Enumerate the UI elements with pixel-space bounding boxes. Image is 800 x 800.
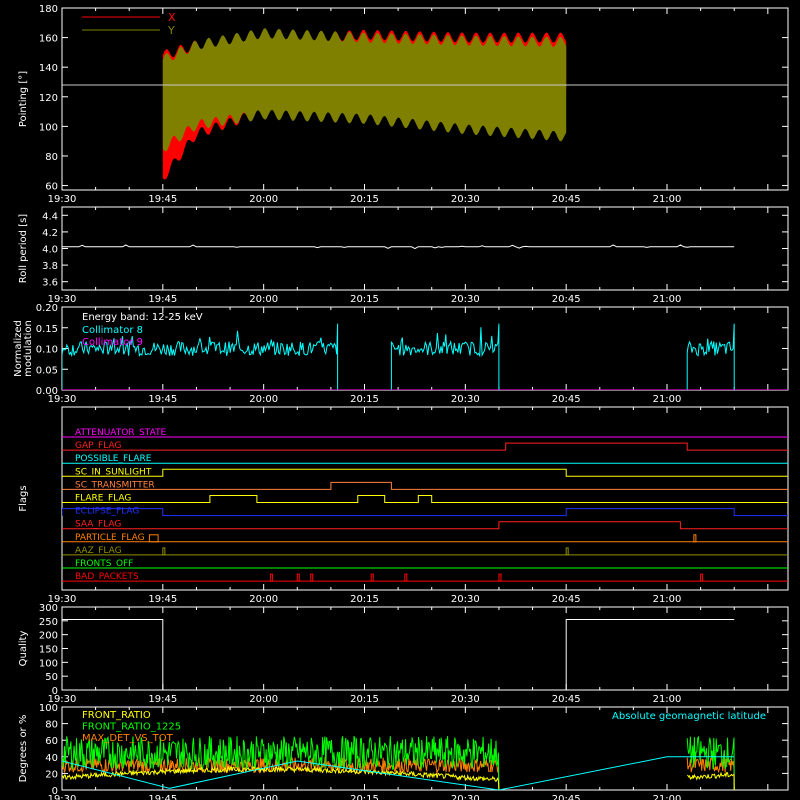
x-tick-label: 20:15 [350, 594, 379, 605]
x-tick-label: 20:30 [451, 194, 480, 205]
x-tick-label: 20:30 [451, 294, 480, 305]
x-tick-label: 20:45 [552, 594, 581, 605]
x-tick-label: 19:45 [148, 194, 177, 205]
x-tick-label: 19:45 [148, 394, 177, 405]
x-tick-label: 21:00 [653, 694, 682, 705]
y-tick-label: 0.15 [36, 324, 58, 335]
x-tick-label: 20:45 [552, 694, 581, 705]
y-axis-label: Flags [18, 485, 29, 511]
x-tick-label: 19:45 [148, 794, 177, 800]
x-tick-label: 20:15 [350, 194, 379, 205]
x-tick-label: 20:00 [249, 294, 278, 305]
y-tick-label: 0 [52, 786, 58, 797]
legend-label: Collimator 8 [82, 325, 143, 336]
y-tick-label: 40 [45, 753, 58, 764]
y-tick-label: 200 [39, 631, 58, 642]
y-tick-label: 100 [39, 658, 58, 669]
legend-label: FRONT_RATIO_1225 [82, 722, 181, 733]
x-tick-label: 20:30 [451, 394, 480, 405]
legend-label: Collimator 9 [82, 337, 143, 348]
legend-label: MAX_DET_VS_TOT [82, 733, 174, 744]
x-tick-label: 21:00 [653, 194, 682, 205]
y-tick-label: 100 [39, 122, 58, 133]
x-tick-label: 20:15 [350, 694, 379, 705]
legend-label: X [168, 11, 176, 24]
x-tick-label: 21:00 [653, 294, 682, 305]
x-tick-label: 20:30 [451, 694, 480, 705]
x-tick-label: 20:15 [350, 294, 379, 305]
y-tick-label: 150 [39, 645, 58, 656]
y-axis-label: Roll period [s] [18, 214, 29, 283]
y-tick-label: 4.2 [42, 228, 58, 239]
y-tick-label: 4.4 [42, 211, 58, 222]
x-tick-label: 19:30 [48, 194, 77, 205]
x-tick-label: 19:45 [148, 294, 177, 305]
y-tick-label: 0.00 [36, 386, 58, 397]
y-tick-label: 0 [52, 686, 58, 697]
y-tick-label: 0.05 [36, 365, 58, 376]
y-tick-label: 0.10 [36, 345, 58, 356]
x-tick-label: 20:00 [249, 694, 278, 705]
y-tick-label: 180 [39, 4, 58, 15]
x-tick-label: 20:45 [552, 394, 581, 405]
x-tick-label: 19:45 [148, 694, 177, 705]
legend-label: Y [167, 24, 175, 37]
y-axis-label: modulation [23, 320, 34, 377]
x-tick-label: 21:00 [653, 794, 682, 800]
y-axis-label: Quality [18, 631, 29, 667]
x-tick-label: 21:00 [653, 394, 682, 405]
x-tick-label: 20:30 [451, 794, 480, 800]
y-tick-label: 160 [39, 34, 58, 45]
hessi-monitor-chart: 19:30 19:45 20:00 20:15 20:30 20:45 21:00 Point… [0, 0, 800, 800]
y-tick-label: 80 [45, 720, 58, 731]
flag-label: ECLIPSE_FLAG [75, 507, 139, 517]
x-tick-label: 20:15 [350, 794, 379, 800]
y-tick-label: 80 [45, 152, 58, 163]
legend-label: FRONT_RATIO [82, 710, 151, 721]
y-tick-label: 60 [45, 182, 58, 193]
y-tick-label: 20 [45, 769, 58, 780]
y-tick-label: 4.0 [42, 245, 58, 256]
energy-band-annotation: Energy band: 12-25 keV [82, 312, 203, 323]
x-tick-label: 20:00 [249, 394, 278, 405]
x-tick-label: 20:45 [552, 794, 581, 800]
y-tick-label: 3.6 [42, 278, 58, 289]
x-tick-label: 20:00 [249, 194, 278, 205]
x-tick-label: 20:45 [552, 194, 581, 205]
x-tick-label: 20:00 [249, 794, 278, 800]
x-tick-label: 20:00 [249, 594, 278, 605]
y-tick-label: 50 [45, 672, 58, 683]
y-tick-label: 0.20 [36, 303, 58, 314]
x-tick-label: 20:15 [350, 394, 379, 405]
y-tick-label: 120 [39, 93, 58, 104]
y-axis-label: Degrees or % [18, 715, 29, 783]
y-axis-label: Pointing [°] [18, 71, 29, 127]
x-tick-label: 19:45 [148, 594, 177, 605]
x-tick-label: 21:00 [653, 594, 682, 605]
y-tick-label: 300 [39, 603, 58, 614]
y-tick-label: 140 [39, 63, 58, 74]
y-tick-label: 3.8 [42, 261, 58, 272]
y-tick-label: 60 [45, 736, 58, 747]
geomagnetic-latitude-label: Absolute geomagnetic latitude [612, 711, 766, 722]
x-tick-label: 20:45 [552, 294, 581, 305]
x-tick-label: 20:30 [451, 594, 480, 605]
y-tick-label: 100 [39, 703, 58, 714]
y-tick-label: 250 [39, 617, 58, 628]
